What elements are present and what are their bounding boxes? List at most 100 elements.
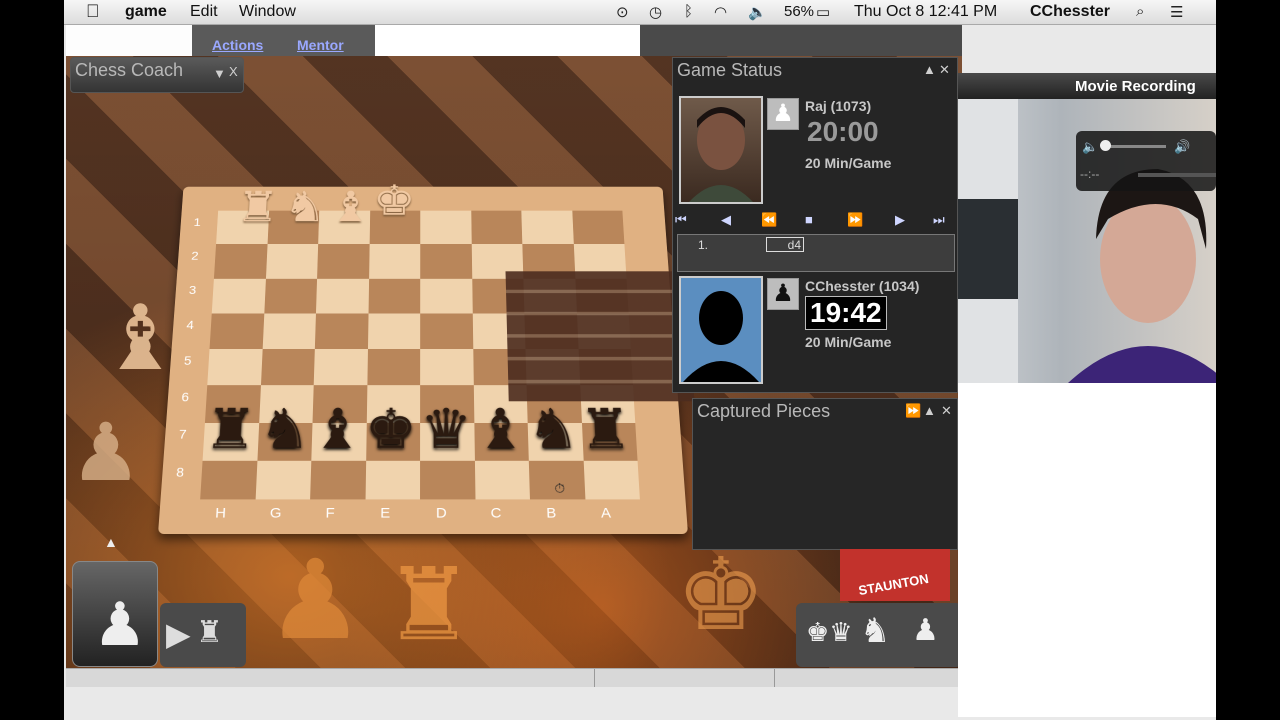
board-square[interactable] [368, 244, 421, 279]
file-label: C [490, 505, 502, 522]
piece-set-button[interactable]: ♟ [72, 561, 158, 667]
board-square[interactable] [367, 313, 421, 349]
wifi-icon[interactable]: ◠ [714, 3, 727, 21]
movie-title-bar: Movie Recording [958, 73, 1216, 99]
next-move-button[interactable]: ▶ [895, 212, 905, 228]
white-king[interactable]: ♚ [373, 178, 416, 224]
last-move-button[interactable]: ⏭ [933, 212, 945, 228]
chevron-down-icon[interactable]: ▼ [213, 66, 226, 81]
board-square[interactable] [310, 460, 366, 500]
time-machine-icon[interactable]: ◷ [649, 3, 662, 21]
player-name: CChesster (1034) [805, 278, 920, 294]
move-list[interactable]: 1. d4 [677, 234, 955, 272]
board-square[interactable] [209, 313, 264, 349]
notification-center-icon[interactable]: ☰ [1170, 3, 1183, 21]
board-square[interactable] [368, 278, 421, 314]
first-move-button[interactable]: ⏮ [675, 212, 687, 228]
white-bishop[interactable]: ♝ [329, 184, 372, 231]
bluetooth-icon[interactable]: ᛒ [684, 3, 693, 20]
bg-rook-icon: ♜ [384, 549, 474, 661]
pieces-icon[interactable]: ♚♛ [806, 617, 853, 648]
close-icon[interactable]: ✕ [941, 403, 952, 419]
movie-recording-title: Movie Recording [1075, 78, 1196, 95]
board-square[interactable] [255, 460, 312, 500]
collapse-icon[interactable]: ▲ [923, 62, 936, 77]
spotlight-search-icon[interactable]: ⌕ [1136, 3, 1144, 20]
collapse-icon[interactable]: ▲ [923, 403, 936, 418]
rank-label: 4 [186, 317, 195, 332]
white-knight[interactable]: ♞ [283, 184, 327, 231]
board-square[interactable] [263, 278, 318, 314]
tab-actions[interactable]: Actions [212, 37, 263, 53]
prev-move-button[interactable]: ◀ [721, 212, 731, 228]
stop-button[interactable]: ■ [805, 212, 813, 227]
menu-window[interactable]: Window [239, 3, 296, 21]
board-square[interactable] [213, 244, 268, 279]
board-square[interactable] [420, 313, 473, 349]
board-square[interactable] [207, 348, 263, 386]
board-square[interactable] [200, 460, 257, 500]
board-square[interactable] [420, 278, 473, 314]
board-square[interactable] [313, 348, 368, 386]
captured-pieces-panel: Captured Pieces ⏩ ▲ ✕ [692, 398, 958, 550]
board-square[interactable] [420, 210, 472, 245]
board-square[interactable] [365, 460, 421, 500]
desktop:  game Edit Window ⊙ ◷ ᛒ ◠ 🔈 56% ▭ Thu O… [64, 0, 1216, 720]
black-king[interactable]: ♚ [364, 399, 417, 460]
hint-pawn-icon[interactable]: ♟ [912, 613, 939, 648]
move-black[interactable]: d4 [766, 237, 804, 252]
black-bishop[interactable]: ♝ [474, 399, 528, 460]
tab-mentor[interactable]: Mentor [297, 37, 344, 53]
menu-user[interactable]: CChesster [1030, 3, 1110, 21]
board-square[interactable] [583, 460, 640, 500]
volume-icon[interactable]: 🔈 [748, 3, 767, 21]
step-forward-button[interactable]: ⏩ [847, 212, 863, 228]
chess-coach-close[interactable]: X [229, 64, 238, 79]
expand-icon[interactable]: ⏩ [905, 403, 921, 419]
board-square[interactable] [211, 278, 266, 314]
close-icon[interactable]: ✕ [939, 62, 950, 78]
board-square[interactable] [571, 210, 625, 245]
board-square[interactable] [265, 244, 319, 279]
menu-edit[interactable]: Edit [190, 3, 218, 21]
move-number: 1. [698, 238, 709, 252]
title-dark-area [640, 25, 962, 56]
board-square[interactable] [315, 278, 369, 314]
board-square[interactable] [470, 210, 523, 245]
black-queen[interactable]: ♛ [420, 399, 473, 460]
rank-label: 1 [193, 215, 202, 229]
black-bishop[interactable]: ♝ [310, 399, 364, 460]
record-icon[interactable]: ⊙ [616, 3, 629, 21]
board-view-button[interactable]: ▶ ♜ [160, 603, 246, 667]
board-square[interactable] [420, 460, 475, 500]
board-square[interactable] [262, 313, 316, 349]
black-knight[interactable]: ♞ [526, 399, 581, 460]
menu-app-name[interactable]: game [125, 3, 167, 21]
white-rook[interactable]: ♜ [235, 184, 280, 231]
board-square[interactable] [317, 244, 370, 279]
volume-knob[interactable] [1100, 140, 1111, 151]
black-rook[interactable]: ♜ [578, 399, 633, 460]
volume-slider[interactable] [1102, 145, 1166, 148]
status-divider [774, 669, 775, 687]
volume-high-icon: 🔊 [1174, 139, 1191, 154]
battery-icon[interactable]: ▭ [816, 3, 830, 21]
step-back-button[interactable]: ⏪ [761, 212, 777, 228]
game-status-title: Game Status [677, 60, 783, 80]
board-square[interactable] [474, 460, 530, 500]
collapse-up-icon[interactable]: ▲ [104, 534, 118, 550]
board-square[interactable] [521, 210, 574, 245]
board-square[interactable] [314, 313, 369, 349]
menu-clock[interactable]: Thu Oct 8 12:41 PM [854, 3, 997, 21]
board-animation-overlay [505, 271, 695, 402]
board-square[interactable] [420, 348, 474, 386]
apple-icon[interactable]:  [86, 1, 100, 22]
board-square[interactable] [260, 348, 315, 386]
offer-draw-icon[interactable]: ♞ [860, 611, 890, 651]
file-label: F [325, 505, 335, 522]
board-square[interactable] [420, 244, 472, 279]
board-square[interactable] [366, 348, 421, 386]
bg-bishop-icon: ♝ [100, 289, 181, 389]
black-rook[interactable]: ♜ [203, 399, 259, 460]
black-knight[interactable]: ♞ [257, 399, 312, 460]
